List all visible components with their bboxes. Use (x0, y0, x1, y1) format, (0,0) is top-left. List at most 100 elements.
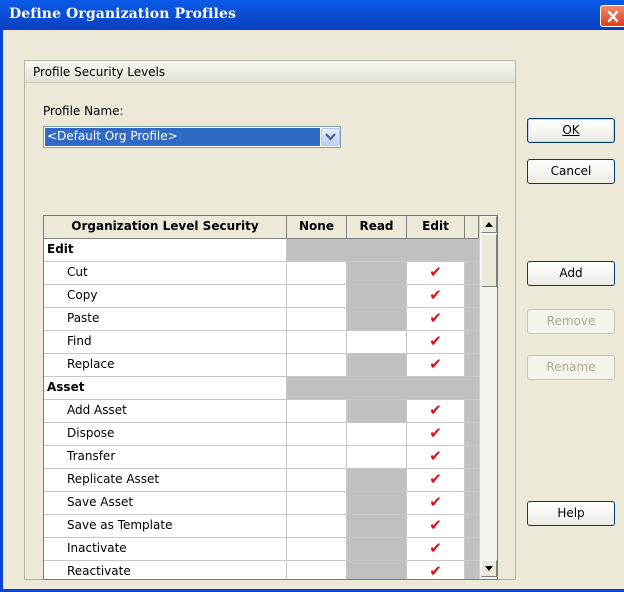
table-row: Find ✔ (44, 331, 479, 354)
permission-label: Reactivate (44, 561, 287, 579)
category-row: Edit (44, 239, 479, 262)
edit-cell[interactable]: ✔ (407, 400, 465, 423)
rename-button[interactable]: Rename (527, 355, 615, 380)
none-cell[interactable] (287, 354, 347, 377)
col-header-none[interactable]: None (287, 216, 347, 239)
close-icon (607, 10, 619, 23)
none-cell[interactable] (287, 423, 347, 446)
permission-label: Add Asset (44, 400, 287, 423)
permission-label: Replace (44, 354, 287, 377)
permission-label: Replicate Asset (44, 469, 287, 492)
col-header-read[interactable]: Read (347, 216, 407, 239)
col-header-security[interactable]: Organization Level Security (44, 216, 287, 239)
scroll-thumb[interactable] (481, 234, 497, 287)
profile-security-group: Profile Security Levels Profile Name: <D… (24, 60, 516, 580)
edit-cell[interactable]: ✔ (407, 354, 465, 377)
permission-label: Save as Template (44, 515, 287, 538)
close-button[interactable] (600, 5, 624, 27)
permission-label: Cut (44, 262, 287, 285)
category-spacer (465, 377, 479, 400)
edit-cell[interactable]: ✔ (407, 308, 465, 331)
edit-cell[interactable]: ✔ (407, 538, 465, 561)
none-cell[interactable] (287, 331, 347, 354)
none-cell[interactable] (287, 561, 347, 579)
edit-cell[interactable]: ✔ (407, 262, 465, 285)
row-spacer (465, 469, 479, 492)
none-cell[interactable] (287, 492, 347, 515)
scroll-up-button[interactable] (481, 216, 497, 233)
scroll-down-button[interactable] (481, 560, 497, 577)
read-cell (347, 400, 407, 423)
edit-cell[interactable]: ✔ (407, 515, 465, 538)
read-cell[interactable] (347, 423, 407, 446)
add-button[interactable]: Add (527, 261, 615, 286)
group-title: Profile Security Levels (33, 65, 166, 79)
row-spacer (465, 400, 479, 423)
dialog-window: Define Organization Profiles Profile Sec… (0, 0, 624, 592)
read-cell (347, 354, 407, 377)
category-label: Edit (44, 239, 287, 262)
checkmark-icon: ✔ (429, 562, 442, 579)
profile-name-dropdown[interactable]: <Default Org Profile> (43, 126, 341, 148)
none-cell[interactable] (287, 262, 347, 285)
table-row: Dispose ✔ (44, 423, 479, 446)
row-spacer (465, 423, 479, 446)
row-spacer (465, 515, 479, 538)
none-cell[interactable] (287, 285, 347, 308)
permission-label: Dispose (44, 423, 287, 446)
read-cell (347, 262, 407, 285)
ok-button-label: OK (562, 123, 580, 137)
chevron-down-icon (325, 133, 336, 141)
help-button[interactable]: Help (527, 501, 615, 526)
checkmark-icon: ✔ (429, 309, 442, 327)
row-spacer (465, 492, 479, 515)
table-row: Inactivate ✔ (44, 538, 479, 561)
edit-cell[interactable]: ✔ (407, 285, 465, 308)
security-grid-body: Organization Level Security None Read Ed… (44, 216, 479, 579)
edit-cell[interactable]: ✔ (407, 469, 465, 492)
edit-cell[interactable]: ✔ (407, 446, 465, 469)
dropdown-button[interactable] (321, 128, 340, 146)
checkmark-icon: ✔ (429, 286, 442, 304)
category-spacer (347, 239, 407, 262)
none-cell[interactable] (287, 446, 347, 469)
none-cell[interactable] (287, 515, 347, 538)
title-bar[interactable]: Define Organization Profiles (0, 0, 624, 30)
none-cell[interactable] (287, 400, 347, 423)
edit-cell[interactable]: ✔ (407, 492, 465, 515)
read-cell[interactable] (347, 331, 407, 354)
read-cell (347, 561, 407, 579)
cancel-button[interactable]: Cancel (527, 159, 615, 184)
row-spacer (465, 538, 479, 561)
checkmark-icon: ✔ (429, 332, 442, 350)
permission-label: Save Asset (44, 492, 287, 515)
read-cell[interactable] (347, 446, 407, 469)
read-cell (347, 492, 407, 515)
arrow-down-icon (485, 566, 493, 571)
edit-cell[interactable]: ✔ (407, 331, 465, 354)
none-cell[interactable] (287, 308, 347, 331)
category-spacer (407, 239, 465, 262)
category-spacer (465, 239, 479, 262)
remove-button[interactable]: Remove (527, 309, 615, 334)
group-header: Profile Security Levels (25, 61, 515, 83)
none-cell[interactable] (287, 538, 347, 561)
remove-button-label: Remove (546, 314, 596, 328)
checkmark-icon: ✔ (429, 263, 442, 281)
edit-cell[interactable]: ✔ (407, 423, 465, 446)
security-grid: Organization Level Security None Read Ed… (43, 215, 498, 580)
none-cell[interactable] (287, 469, 347, 492)
row-spacer (465, 354, 479, 377)
grid-header-row: Organization Level Security None Read Ed… (44, 216, 479, 239)
edit-cell[interactable]: ✔ (407, 561, 465, 579)
cancel-button-label: Cancel (550, 164, 592, 178)
permission-label: Transfer (44, 446, 287, 469)
ok-button[interactable]: OK (527, 118, 615, 143)
category-spacer (287, 239, 347, 262)
category-row: Asset (44, 377, 479, 400)
table-row: Save as Template ✔ (44, 515, 479, 538)
col-header-edit[interactable]: Edit (407, 216, 465, 239)
table-row: Cut ✔ (44, 262, 479, 285)
vertical-scrollbar[interactable] (479, 216, 497, 579)
row-spacer (465, 262, 479, 285)
